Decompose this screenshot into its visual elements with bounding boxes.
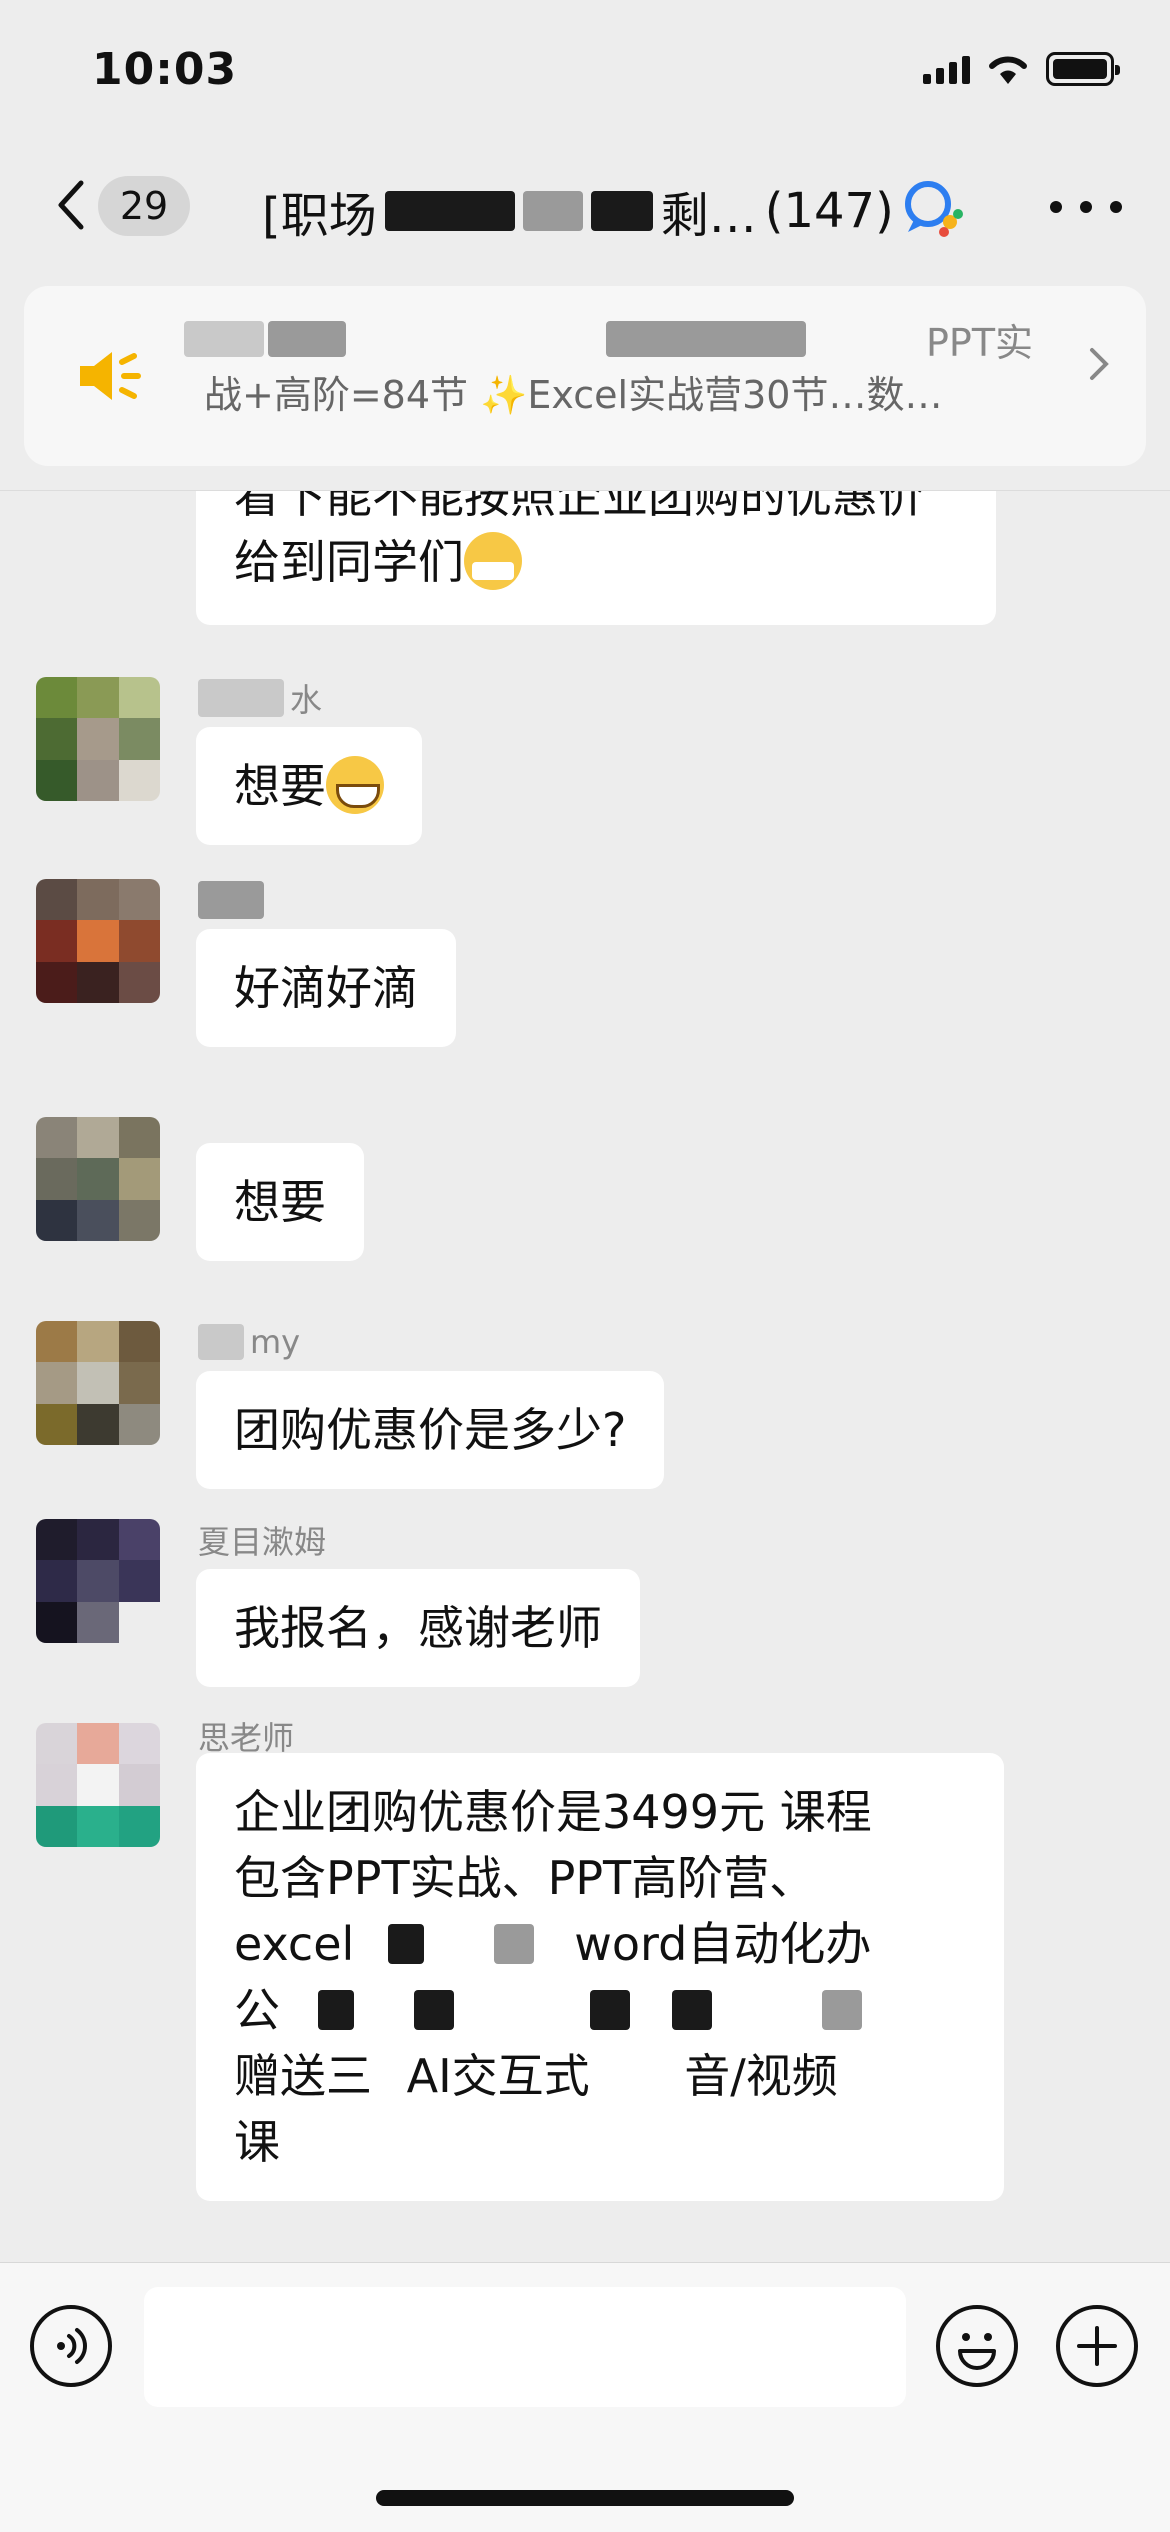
redacted-block xyxy=(590,1990,630,2030)
redacted-block xyxy=(198,679,284,717)
redacted-block xyxy=(184,321,264,357)
message-text-line: excel word自动化办 xyxy=(234,1911,966,1977)
avatar[interactable] xyxy=(36,1723,160,1847)
message-bubble[interactable]: 企业团购优惠价是3499元 课程 包含PPT实战、PPT高阶营、 excel w… xyxy=(196,1753,1004,2201)
avatar[interactable] xyxy=(36,1117,160,1241)
more-actions-button[interactable] xyxy=(1056,2305,1138,2387)
signal-icon xyxy=(923,54,970,84)
message-text-fragment: 公 xyxy=(234,1983,280,2037)
emoji-button[interactable] xyxy=(936,2305,1018,2387)
avatar[interactable] xyxy=(36,879,160,1003)
battery-icon xyxy=(1046,52,1120,86)
voice-input-button[interactable] xyxy=(30,2305,112,2387)
redacted-block xyxy=(198,881,264,919)
back-button[interactable] xyxy=(40,172,100,238)
message-text-fragment: word自动化办 xyxy=(574,1917,872,1971)
chevron-right-icon xyxy=(1090,348,1109,380)
message-bubble[interactable]: 想要 xyxy=(196,727,422,845)
message-text-line: 赠送三 AI交互式 音/视频 xyxy=(234,2043,966,2109)
message-text: 我报名，感谢老师 xyxy=(234,1601,602,1655)
mask-face-emoji-icon xyxy=(464,532,522,590)
message-text-line: 课 xyxy=(234,2115,280,2169)
avatar[interactable] xyxy=(36,677,160,801)
sender-name: 夏目漱姆 xyxy=(198,1519,326,1561)
sender-name: my xyxy=(198,1321,300,1363)
status-time: 10:03 xyxy=(92,44,238,95)
redacted-block xyxy=(414,1990,454,2030)
enterprise-group-icon xyxy=(905,181,963,237)
sender-name-text: 夏目漱姆 xyxy=(198,1523,327,1561)
message-bubble[interactable]: 团购优惠价是多少? xyxy=(196,1371,665,1489)
message-text-fragment: AI交互式 xyxy=(406,2049,590,2103)
redacted-block xyxy=(672,1990,712,2030)
redacted-block xyxy=(268,321,346,357)
announcement-banner[interactable]: PPT实 战+高阶=84节 ✨Excel实战营30节…数… xyxy=(24,286,1146,466)
smiley-icon xyxy=(958,2333,996,2370)
status-bar: 10:03 xyxy=(0,0,1170,140)
message-text-fragment: excel xyxy=(234,1917,355,1971)
group-title[interactable]: [职场 剩… (147) xyxy=(262,176,894,246)
plus-icon xyxy=(1077,2326,1117,2366)
voice-icon xyxy=(57,2328,87,2364)
message-bubble[interactable]: 看下能不能按照企业团购的优惠价给到同学们 xyxy=(196,490,996,625)
message-text: 看下能不能按照企业团购的优惠价给到同学们 xyxy=(234,490,924,589)
message-text: 团购优惠价是多少? xyxy=(234,1403,627,1457)
chat-message-list[interactable]: 看下能不能按照企业团购的优惠价给到同学们 水 想要 好滴好滴 想要 my 团购优… xyxy=(0,490,1170,2260)
group-title-prefix: [职场 xyxy=(262,188,377,244)
sender-name-text: 水 xyxy=(290,681,323,719)
redacted-block xyxy=(318,1990,354,2030)
message-bubble[interactable]: 我报名，感谢老师 xyxy=(196,1569,640,1687)
sender-name: 水 xyxy=(198,677,322,719)
redacted-block xyxy=(522,191,583,231)
avatar[interactable] xyxy=(36,1519,160,1643)
message-text: 想要 xyxy=(234,759,326,813)
message-text-input[interactable] xyxy=(144,2287,906,2407)
redacted-block xyxy=(388,1924,425,1964)
message-bubble[interactable]: 好滴好滴 xyxy=(196,929,456,1047)
group-title-middle: 剩… xyxy=(660,188,757,244)
sender-name: 思老师 xyxy=(198,1715,294,1757)
sender-name-text: my xyxy=(250,1323,301,1361)
message-text: 好滴好滴 xyxy=(234,961,418,1015)
redacted-block xyxy=(494,1924,535,1964)
wifi-icon xyxy=(989,56,1027,84)
grinning-face-emoji-icon xyxy=(326,756,384,814)
redacted-block xyxy=(198,1324,244,1360)
redacted-block xyxy=(822,1990,862,2030)
message-text: 想要 xyxy=(234,1175,326,1229)
more-options-button[interactable] xyxy=(1050,180,1122,234)
avatar[interactable] xyxy=(36,1321,160,1445)
sender-name xyxy=(198,879,264,921)
chat-header: 29 [职场 剩… (147) xyxy=(0,150,1170,262)
announcement-line1: PPT实 xyxy=(184,316,1033,365)
unread-count-badge[interactable]: 29 xyxy=(98,176,190,236)
announcement-line2: 战+高阶=84节 ✨Excel实战营30节…数… xyxy=(204,373,943,417)
megaphone-icon xyxy=(80,352,141,400)
member-count: (147) xyxy=(764,183,894,239)
redacted-block xyxy=(384,191,515,231)
message-text-line: 企业团购优惠价是3499元 课程 xyxy=(234,1785,872,1839)
announcement-line1-suffix: PPT实 xyxy=(926,320,1034,365)
chevron-left-icon xyxy=(58,180,84,230)
redacted-block xyxy=(590,191,653,231)
redacted-block xyxy=(606,321,806,357)
message-bubble[interactable]: 想要 xyxy=(196,1143,364,1261)
home-indicator[interactable] xyxy=(376,2490,794,2506)
status-icons xyxy=(923,52,1120,86)
message-text-line: 公 xyxy=(234,1977,966,2043)
message-text-fragment: 赠送三 xyxy=(234,2049,372,2103)
message-text-line: 包含PPT实战、PPT高阶营、 xyxy=(234,1851,816,1905)
message-text-fragment: 音/视频 xyxy=(684,2049,838,2103)
